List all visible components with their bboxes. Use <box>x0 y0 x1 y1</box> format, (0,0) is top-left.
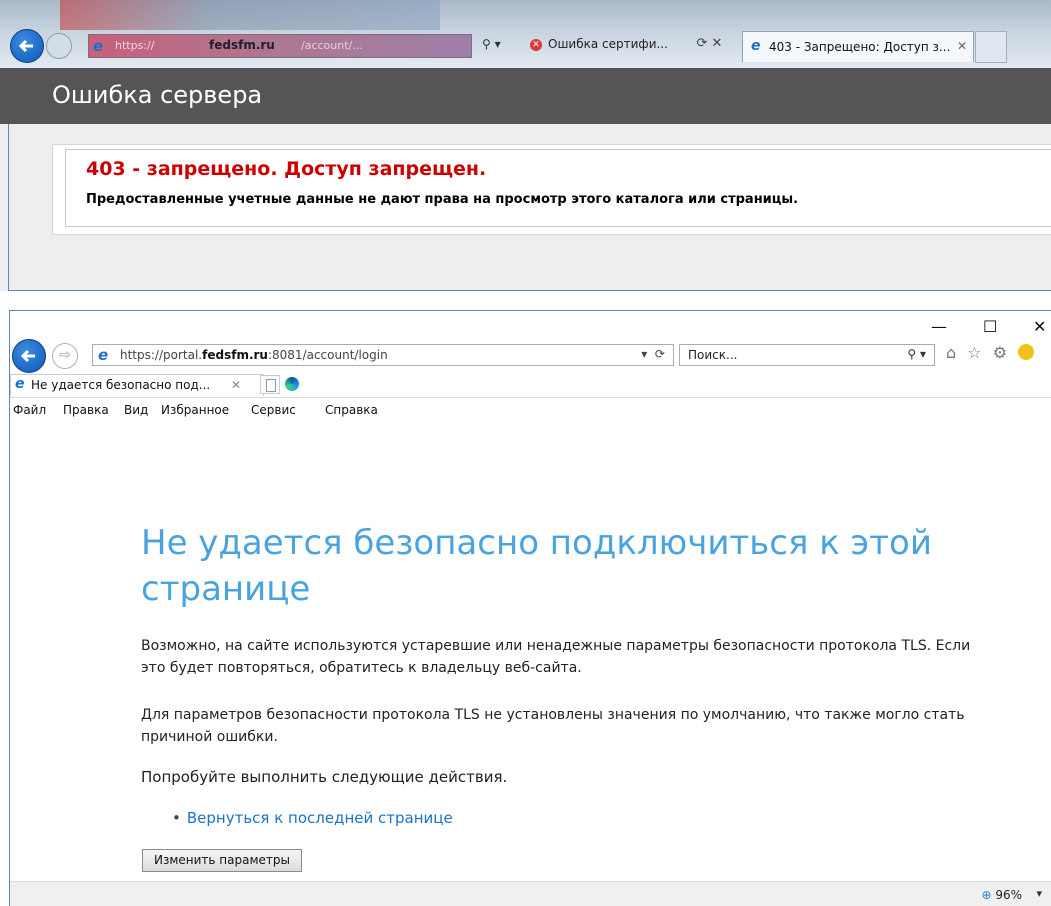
page-content: Не удается безопасно подключиться к этой… <box>10 423 1051 878</box>
bottom-screenshot: — ☐ ✕ ⇨ e https://portal.fedsfm.ru:8081/… <box>9 310 1051 906</box>
url-domain: fedsfm.ru <box>202 348 268 362</box>
search-input[interactable]: Поиск... ⚲ ▾ <box>679 344 935 366</box>
ie-logo-icon: e <box>98 346 109 364</box>
tab-cannot-connect[interactable]: e Не удается безопасно под... ✕ <box>10 374 264 396</box>
tab-strip: e Не удается безопасно под... ✕ <box>10 373 1051 398</box>
tab-title: Не удается безопасно под... <box>31 378 211 392</box>
address-bar[interactable]: e https:// fedsfm.ru /account/... <box>88 34 472 58</box>
menu-help[interactable]: Справка <box>325 403 378 417</box>
server-error-header: Ошибка сервера <box>0 68 1051 124</box>
smiley-icon[interactable] <box>1018 344 1035 360</box>
url-suffix: :8081/account/login <box>267 348 388 362</box>
menu-bar: Файл Правка Вид Избранное Сервис Справка <box>10 399 1051 421</box>
address-bar[interactable]: e https://portal.fedsfm.ru:8081/account/… <box>92 344 674 366</box>
try-actions-text: Попробуйте выполнить следующие действия. <box>141 768 508 786</box>
address-prefix: https:// <box>115 39 155 52</box>
back-button[interactable] <box>10 29 44 63</box>
forward-arrow-icon: ⇨ <box>59 347 71 363</box>
search-placeholder: Поиск... <box>688 348 738 362</box>
new-tab-button[interactable] <box>975 31 1007 63</box>
address-domain: fedsfm.ru <box>209 38 275 52</box>
edge-icon <box>285 377 299 391</box>
close-icon[interactable]: ✕ <box>231 378 241 392</box>
cert-error-label[interactable]: Ошибка сертифи... <box>548 37 668 51</box>
back-link[interactable]: Вернуться к последней странице <box>187 809 453 827</box>
ie-logo-icon: e <box>93 37 104 55</box>
ie-logo-icon: e <box>15 376 25 392</box>
search-icon[interactable]: ⚲ ▾ <box>482 37 501 51</box>
close-icon[interactable]: ✕ <box>1033 317 1046 336</box>
back-button[interactable] <box>12 339 46 373</box>
cert-error-icon: ✕ <box>530 39 542 51</box>
zoom-icon: ⊕ <box>981 888 992 902</box>
address-url: https://portal.fedsfm.ru:8081/account/lo… <box>120 348 388 362</box>
page-heading: Не удается безопасно подключиться к этой… <box>141 523 932 609</box>
back-arrow-icon <box>20 349 35 363</box>
close-icon[interactable]: ✕ <box>957 39 967 53</box>
address-path: /account/... <box>301 39 363 52</box>
change-settings-button[interactable]: Изменить параметры <box>142 849 302 872</box>
tab-403[interactable]: e 403 - Запрещено: Доступ з... ✕ <box>742 31 974 62</box>
new-tab-icon <box>266 379 276 392</box>
toolbar-icons: ⌂ ☆ ⚙ <box>946 343 1035 362</box>
gear-icon[interactable]: ⚙ <box>993 343 1010 362</box>
paragraph-tls-params: Возможно, на сайте используются устаревш… <box>141 638 971 676</box>
menu-file[interactable]: Файл <box>13 403 46 417</box>
url-prefix: https://portal. <box>120 348 203 362</box>
menu-edit[interactable]: Правка <box>63 403 109 417</box>
status-bar: ⊕ 96% ▾ <box>10 881 1051 906</box>
top-screenshot: e https:// fedsfm.ru /account/... ⚲ ▾ ✕ … <box>0 0 1051 291</box>
top-browser-toolbar: e https:// fedsfm.ru /account/... ⚲ ▾ ✕ … <box>0 0 1051 68</box>
paragraph-tls-defaults: Для параметров безопасности протокола TL… <box>141 707 965 745</box>
star-icon[interactable]: ☆ <box>967 343 984 362</box>
ie-logo-icon: e <box>751 38 761 54</box>
refresh-icon[interactable]: ▾ ⟳ <box>641 347 665 361</box>
refresh-icon[interactable]: ⟳ ✕ <box>680 36 723 51</box>
back-arrow-icon <box>18 39 33 53</box>
edge-button[interactable] <box>282 375 302 394</box>
menu-favorites[interactable]: Избранное <box>161 403 229 417</box>
maximize-icon[interactable]: ☐ <box>983 317 997 336</box>
search-icon[interactable]: ⚲ ▾ <box>907 347 926 361</box>
bullet-dot: • <box>172 809 181 827</box>
home-icon[interactable]: ⌂ <box>946 343 959 362</box>
zoom-control[interactable]: ⊕ 96% <box>981 888 1022 902</box>
window-controls: — ☐ ✕ <box>921 317 1051 337</box>
zoom-level: 96% <box>995 888 1022 902</box>
forward-button[interactable] <box>46 33 72 59</box>
chevron-down-icon[interactable]: ▾ <box>1036 887 1042 900</box>
minimize-icon[interactable]: — <box>931 317 947 336</box>
forward-button[interactable]: ⇨ <box>52 343 78 369</box>
list-item: • Вернуться к последней странице <box>172 809 453 827</box>
tab-title: 403 - Запрещено: Доступ з... <box>769 40 951 54</box>
menu-view[interactable]: Вид <box>124 403 148 417</box>
menu-tools[interactable]: Сервис <box>251 403 296 417</box>
new-tab-button[interactable] <box>260 375 280 394</box>
page-title: Ошибка сервера <box>52 81 263 109</box>
blurred-region <box>60 0 440 30</box>
window-border <box>8 124 1051 291</box>
